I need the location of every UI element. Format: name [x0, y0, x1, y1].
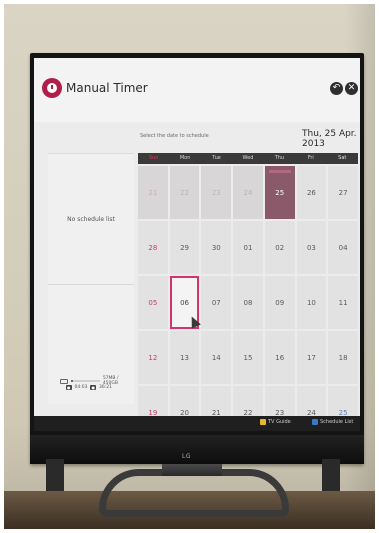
calendar-day[interactable]: 30: [201, 221, 232, 274]
schedule-sidebar: No schedule list 57MB / 450GB ● 04:03 ● …: [48, 153, 134, 404]
brand-logo: LG: [182, 453, 191, 460]
recording-times: ● 04:03 ● 36:21: [66, 385, 112, 390]
close-button[interactable]: ✕: [345, 82, 358, 95]
calendar-day[interactable]: 24: [233, 166, 263, 219]
weekday-mon: Mon: [179, 155, 191, 161]
date-prompt: Select the date to schedule: [140, 133, 209, 139]
clock-icon: [42, 78, 62, 98]
header: Manual Timer ↶ ✕: [34, 58, 360, 122]
weekday-fri: Fri: [307, 155, 314, 161]
usb-drive-icon: [60, 378, 68, 384]
record-icon-2: ●: [90, 385, 96, 390]
date-grid: 21 22 23 24 25 26 27 28 29 30 01 02 03 0…: [138, 164, 358, 431]
calendar-day[interactable]: 14: [201, 331, 232, 384]
calendar-day[interactable]: 23: [201, 166, 232, 219]
page-title: Manual Timer: [66, 81, 148, 95]
footer-bar: TV Guide Schedule List: [34, 416, 360, 431]
calendar-day[interactable]: 22: [169, 166, 200, 219]
calendar-day[interactable]: 10: [296, 276, 327, 329]
calendar-day[interactable]: 26: [296, 166, 327, 219]
calendar-day[interactable]: 08: [233, 276, 263, 329]
back-button[interactable]: ↶: [330, 82, 343, 95]
calendar-day[interactable]: 09: [264, 276, 295, 329]
calendar-day[interactable]: 04: [328, 221, 358, 274]
schedule-list-label: Schedule List: [320, 419, 354, 425]
weekday-wed: Wed: [242, 155, 254, 161]
divider: [48, 284, 134, 285]
photo: Manual Timer ↶ ✕ No schedule list 57MB /…: [4, 4, 375, 529]
tv-stand-base: [99, 469, 289, 517]
time-remaining-b: 36:21: [98, 385, 112, 390]
calendar-day[interactable]: 01: [233, 221, 263, 274]
calendar-day[interactable]: 15: [233, 331, 263, 384]
calendar-day[interactable]: 03: [296, 221, 327, 274]
schedule-list-button[interactable]: Schedule List: [312, 419, 353, 425]
calendar-day[interactable]: 16: [264, 331, 295, 384]
calendar: Sun Mon Tue Wed Thu Fri Sat 21 22 23 24 …: [138, 153, 358, 431]
weekday-tue: Tue: [212, 155, 221, 161]
tv-stand-neck: [162, 464, 222, 476]
tv-screen: Manual Timer ↶ ✕ No schedule list 57MB /…: [34, 58, 360, 431]
calendar-day-today[interactable]: 25: [264, 166, 295, 219]
calendar-day[interactable]: 27: [328, 166, 358, 219]
tv-bezel-bottom: [30, 435, 364, 464]
calendar-day[interactable]: 05: [138, 276, 168, 329]
weekday-sun: Sun: [148, 155, 159, 161]
yellow-key-icon: [260, 419, 266, 425]
tv-guide-button[interactable]: TV Guide: [260, 419, 291, 425]
time-remaining-a: 04:03: [74, 385, 88, 390]
weekday-thu: Thu: [274, 155, 285, 161]
blue-key-icon: [312, 419, 318, 425]
selected-date: Thu, 25 Apr. 2013: [302, 129, 357, 149]
weekday-header: Sun Mon Tue Wed Thu Fri Sat: [138, 153, 358, 164]
calendar-day[interactable]: 11: [328, 276, 358, 329]
calendar-day[interactable]: 17: [296, 331, 327, 384]
tv-guide-label: TV Guide: [268, 419, 291, 425]
calendar-day[interactable]: 02: [264, 221, 295, 274]
record-icon: ●: [66, 385, 72, 390]
tv-frame: Manual Timer ↶ ✕ No schedule list 57MB /…: [30, 53, 364, 464]
calendar-day[interactable]: 28: [138, 221, 168, 274]
weekday-sat: Sat: [338, 155, 347, 161]
calendar-day[interactable]: 29: [169, 221, 200, 274]
calendar-day[interactable]: 13: [169, 331, 200, 384]
calendar-day[interactable]: 21: [138, 166, 168, 219]
no-schedule-text: No schedule list: [67, 216, 115, 223]
storage-bar: [70, 380, 100, 382]
calendar-day[interactable]: 12: [138, 331, 168, 384]
calendar-day[interactable]: 18: [328, 331, 358, 384]
calendar-day[interactable]: 07: [201, 276, 232, 329]
